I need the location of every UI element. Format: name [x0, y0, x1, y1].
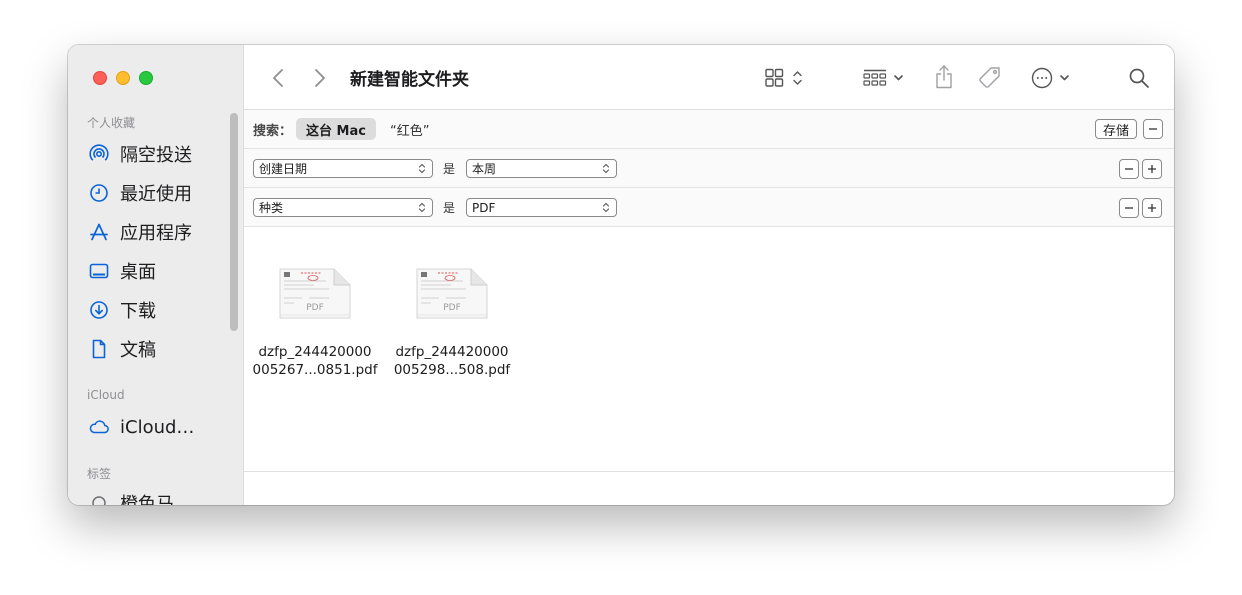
- toolbar: 新建智能文件夹: [244, 45, 1174, 110]
- forward-button[interactable]: [310, 66, 330, 90]
- attribute-popup[interactable]: 种类: [253, 198, 433, 217]
- sidebar-item-downloads[interactable]: 下载: [88, 297, 156, 323]
- sidebar-item-label: 文稿: [120, 340, 156, 361]
- plus-icon: [1148, 165, 1156, 173]
- criteria-row: 种类 是 PDF: [244, 188, 1174, 227]
- sidebar-section-tags: 标签: [87, 467, 112, 481]
- tag-button[interactable]: [976, 64, 1004, 92]
- chevron-updown-icon: [418, 163, 426, 174]
- document-icon: [92, 339, 106, 359]
- value-text: 本周: [472, 162, 497, 176]
- pdf-thumbnail-icon: PDF: [416, 268, 488, 319]
- sidebar-item-label: 隔空投送: [120, 145, 192, 166]
- value-text: PDF: [472, 200, 496, 215]
- view-mode-button[interactable]: [764, 66, 808, 90]
- scope-this-mac-button[interactable]: 这台 Mac: [296, 118, 376, 140]
- scope-query-button[interactable]: “红色”: [390, 120, 429, 139]
- chevron-left-icon: [273, 69, 283, 87]
- remove-search-button[interactable]: [1143, 119, 1163, 139]
- cloud-icon: [89, 420, 109, 434]
- file-name-line: 005267...0851.pdf: [252, 362, 378, 378]
- sidebar-item-label: 下载: [120, 301, 156, 322]
- sidebar-item-applications[interactable]: 应用程序: [88, 219, 192, 245]
- pdf-badge: PDF: [306, 303, 324, 313]
- operator-label: 是: [443, 162, 456, 176]
- search-icon: [1129, 68, 1149, 88]
- sidebar-item-recents[interactable]: 最近使用: [88, 180, 192, 206]
- tag-circle-icon: [92, 496, 106, 505]
- minus-icon: [1125, 207, 1133, 209]
- plus-icon: [1148, 204, 1156, 212]
- applications-icon: [90, 223, 108, 241]
- sidebar-item-documents[interactable]: 文稿: [88, 336, 156, 362]
- add-criteria-button[interactable]: [1142, 198, 1162, 218]
- add-criteria-button[interactable]: [1142, 159, 1162, 179]
- attribute-value: 种类: [259, 201, 284, 215]
- share-button[interactable]: [932, 63, 956, 91]
- icon-view-icon: [765, 68, 802, 87]
- file-name: dzfp_244420000 005267...0851.pdf: [250, 343, 380, 379]
- file-name-line: 005298...508.pdf: [393, 362, 511, 378]
- close-window-button[interactable]: [93, 71, 107, 85]
- sidebar-item-label: iCloud…: [120, 416, 195, 438]
- group-grid-icon: [863, 69, 903, 86]
- ellipsis-circle-icon: [1031, 67, 1069, 89]
- maximize-window-button[interactable]: [139, 71, 153, 85]
- operator-label: 是: [443, 201, 456, 215]
- sidebar-item-icloud-drive[interactable]: iCloud…: [88, 414, 194, 440]
- file-name-line: dzfp_244420000: [395, 344, 509, 360]
- value-popup[interactable]: PDF: [466, 198, 617, 217]
- sidebar-item-label: 桌面: [120, 262, 156, 283]
- sidebar-item-airdrop[interactable]: 隔空投送: [88, 141, 192, 167]
- remove-criteria-button[interactable]: [1119, 159, 1139, 179]
- value-popup[interactable]: 本周: [466, 159, 617, 178]
- chevron-updown-icon: [602, 202, 610, 213]
- criteria-row: 创建日期 是 本周: [244, 149, 1174, 188]
- search-label: 搜索：: [253, 124, 293, 139]
- sidebar-item-tag-orange[interactable]: 橙色马: [88, 490, 174, 505]
- download-icon: [90, 301, 108, 319]
- file-name-line: dzfp_244420000: [258, 344, 372, 360]
- file-name: dzfp_244420000 005298...508.pdf: [387, 343, 517, 379]
- group-by-button[interactable]: [862, 66, 908, 90]
- chevron-updown-icon: [602, 163, 610, 174]
- clock-icon: [90, 184, 108, 202]
- sidebar-section-icloud: iCloud: [87, 388, 125, 402]
- chevron-updown-icon: [418, 202, 426, 213]
- sidebar-item-label: 最近使用: [120, 184, 192, 205]
- sidebar-item-desktop[interactable]: 桌面: [88, 258, 156, 284]
- more-actions-button[interactable]: [1030, 65, 1076, 91]
- finder-window: 个人收藏 隔空投送 最近使用 应用程序 桌面 下载 文稿 iCloud iClo…: [68, 45, 1174, 505]
- attribute-popup[interactable]: 创建日期: [253, 159, 433, 178]
- minus-icon: [1149, 128, 1157, 130]
- results-area: PDF dzfp_244420000 005267...0851.pdf PDF…: [244, 227, 1174, 471]
- minus-icon: [1125, 168, 1133, 170]
- remove-criteria-button[interactable]: [1119, 198, 1139, 218]
- share-icon: [936, 65, 952, 89]
- airdrop-icon: [89, 144, 109, 161]
- window-controls: [93, 71, 153, 85]
- pdf-badge: PDF: [443, 303, 461, 313]
- sidebar: 个人收藏 隔空投送 最近使用 应用程序 桌面 下载 文稿 iCloud iClo…: [68, 45, 244, 505]
- path-bar-divider: [244, 471, 1174, 472]
- search-scope-bar: 搜索： 这台 Mac “红色” 存储: [244, 110, 1174, 149]
- chevron-right-icon: [315, 69, 325, 87]
- minimize-window-button[interactable]: [116, 71, 130, 85]
- back-button[interactable]: [268, 66, 288, 90]
- search-button[interactable]: [1126, 65, 1152, 91]
- save-search-button[interactable]: 存储: [1094, 119, 1137, 139]
- sidebar-item-label: 橙色马: [120, 494, 174, 505]
- sidebar-item-label: 应用程序: [120, 223, 192, 244]
- desktop-icon: [89, 263, 109, 279]
- pdf-thumbnail-icon: PDF: [279, 268, 351, 319]
- window-title: 新建智能文件夹: [350, 70, 469, 90]
- sidebar-section-favorites: 个人收藏: [87, 116, 136, 130]
- sidebar-scrollbar[interactable]: [230, 113, 238, 331]
- tag-icon: [979, 67, 1000, 88]
- attribute-value: 创建日期: [259, 162, 308, 176]
